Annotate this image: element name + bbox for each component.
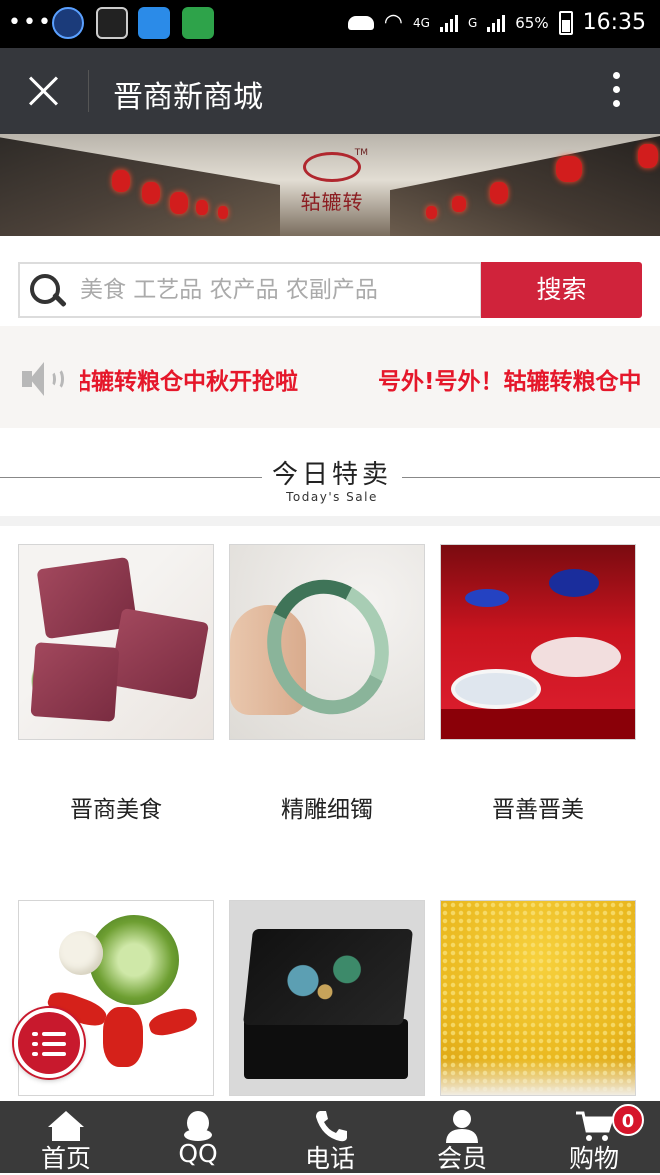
product-image[interactable] [18, 544, 214, 740]
product-image[interactable] [440, 544, 636, 740]
nav-label: 会员 [436, 1144, 487, 1173]
product-photo-meat [19, 545, 213, 739]
page-title: 晋商新商城 [113, 80, 263, 115]
lantern-icon [142, 182, 160, 204]
lantern-icon [452, 196, 466, 212]
lantern-icon [218, 206, 228, 219]
banner-roof-left [0, 134, 280, 236]
trademark-mark: TM [354, 148, 368, 158]
app-notification-icon [138, 7, 170, 39]
title-divider [88, 70, 89, 112]
brand-logo: TM 轱辘转 [282, 148, 382, 230]
battery-percent: 65% [515, 13, 549, 32]
brand-name: 轱辘转 [300, 190, 364, 214]
cloud-icon [347, 15, 374, 30]
search-button[interactable]: 搜索 [481, 262, 642, 318]
section-header: 今日特卖 Today's Sale [0, 438, 660, 516]
more-options-icon[interactable] [610, 72, 622, 112]
nav-qq[interactable]: QQ [132, 1101, 264, 1173]
signal-icon [439, 14, 458, 32]
title-bar: 晋商新商城 [0, 48, 660, 134]
nav-label: 购物 [568, 1144, 619, 1173]
nav-home[interactable]: 首页 [0, 1101, 132, 1173]
qq-icon [184, 1111, 212, 1141]
divider [0, 477, 262, 478]
network-type-g: G [467, 15, 478, 30]
section-subtitle: Today's Sale [286, 490, 378, 504]
more-notifications-icon: ••• [8, 10, 53, 35]
lantern-icon [490, 182, 508, 204]
close-icon[interactable] [22, 70, 66, 114]
cart-icon [576, 1111, 614, 1141]
product-name[interactable]: 晋善晋美 [440, 790, 636, 824]
notice-marquee[interactable]: 轱辘转粮仓中秋开抢啦 号外!号外！轱辘转粮仓中 [80, 362, 660, 396]
battery-icon [558, 10, 573, 35]
notice-text: 号外!号外！轱辘转粮仓中 [378, 369, 642, 395]
lantern-icon [638, 144, 658, 168]
lantern-icon [556, 156, 582, 182]
product-image[interactable] [229, 544, 425, 740]
product-name[interactable]: 晋商美食 [18, 790, 214, 824]
nav-label: QQ [178, 1139, 218, 1168]
clock: 16:35 [582, 10, 646, 35]
signal-icon-2 [487, 14, 506, 32]
notice-text: 轱辘转粮仓中秋开抢啦 [80, 369, 298, 395]
search-box [18, 262, 482, 318]
status-bar: ••• ◠ 4G G 65% 16:35 [0, 0, 660, 48]
floating-menu-button[interactable] [14, 1008, 84, 1078]
nav-phone[interactable]: 电话 [264, 1101, 396, 1173]
home-icon [48, 1111, 84, 1141]
network-type-4g: 4G [413, 15, 430, 30]
shield-app-icon [182, 7, 214, 39]
product-image[interactable] [229, 900, 425, 1096]
banner-roof-right [390, 134, 660, 236]
divider [402, 477, 660, 478]
phone-icon [316, 1111, 347, 1142]
lantern-icon [426, 206, 437, 219]
product-photo-lacquer-box [230, 901, 424, 1095]
speaker-icon [22, 362, 66, 396]
brand-seal-icon [303, 152, 361, 182]
lantern-icon [112, 170, 130, 192]
nav-label: 首页 [40, 1144, 91, 1173]
nav-label: 电话 [304, 1144, 355, 1173]
section-gap [0, 516, 660, 526]
product-name[interactable]: 精雕细镯 [229, 790, 425, 824]
camera-icon [96, 7, 128, 39]
member-icon [446, 1110, 478, 1143]
section-title: 今日特卖 [271, 460, 392, 490]
notice-bar: 轱辘转粮仓中秋开抢啦 号外!号外！轱辘转粮仓中 [0, 326, 660, 428]
banner[interactable]: TM 轱辘转 [0, 134, 660, 236]
lantern-icon [170, 192, 188, 214]
product-image[interactable] [440, 900, 636, 1096]
wifi-icon: ◠ [383, 10, 403, 35]
lantern-icon [196, 200, 208, 215]
chat-app-icon [52, 7, 84, 39]
product-photo-room [441, 545, 635, 739]
cart-count-badge: 0 [612, 1104, 644, 1136]
search-input[interactable] [80, 272, 470, 308]
product-photo-millet [441, 901, 635, 1095]
product-photo-bangle [230, 545, 424, 739]
bottom-nav: 首页 QQ 电话 会员 购物 [0, 1101, 660, 1173]
search-icon [30, 274, 62, 306]
nav-member[interactable]: 会员 [396, 1101, 528, 1173]
